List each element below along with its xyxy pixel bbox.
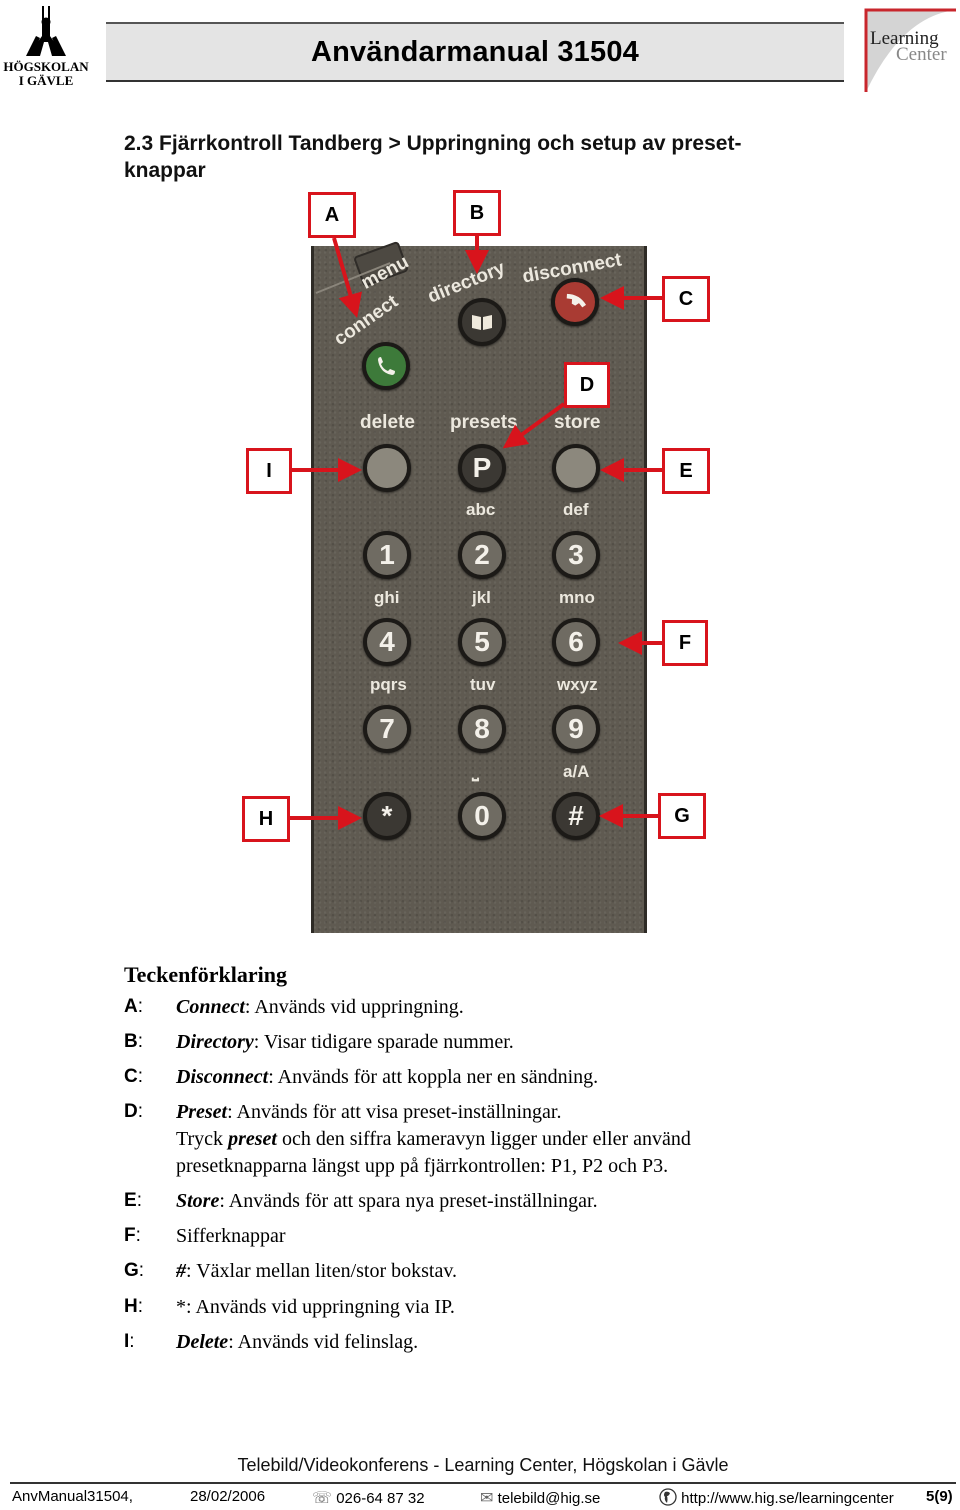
legend-term: Preset: [176, 1101, 228, 1123]
legend-key: E: [124, 1190, 137, 1211]
footer-email[interactable]: ✉ telebild@hig.se: [480, 1488, 600, 1508]
key-0: 0: [458, 792, 506, 840]
sublabel-pqrs: pqrs: [370, 675, 407, 694]
callout-i: I: [246, 448, 292, 494]
hig-emblem-icon: [26, 6, 66, 56]
sublabel-jkl: jkl: [472, 588, 491, 607]
key-7: 7: [363, 705, 411, 753]
connect-key: [362, 342, 410, 390]
legend-key: I: [124, 1331, 130, 1352]
key-hash: #: [552, 792, 600, 840]
page-number: 5(9): [926, 1488, 953, 1505]
legend-text: : Används för att spara nya preset-instä…: [219, 1190, 598, 1212]
callout-h: H: [242, 796, 290, 842]
key-5: 5: [458, 618, 506, 666]
key-star: *: [363, 792, 411, 840]
legend-text: : Används vid uppringning.: [244, 996, 464, 1018]
callout-c: C: [662, 276, 710, 322]
key-1: 1: [363, 531, 411, 579]
presets-key: P: [458, 444, 506, 492]
phone-icon: [378, 357, 395, 375]
document-title-bar: Användarmanual 31504: [106, 22, 844, 82]
section-heading-line1: 2.3 Fjärrkontroll Tandberg > Uppringning…: [124, 132, 742, 155]
legend-text: Tryck: [176, 1128, 229, 1150]
footer-title: Telebild/Videokonferens - Learning Cente…: [237, 1455, 729, 1475]
sublabel-abc: abc: [466, 500, 496, 519]
key-4: 4: [363, 618, 411, 666]
section-heading-line2: knappar: [124, 159, 206, 182]
sublabel-case: a/A: [563, 762, 590, 781]
section-heading: 2.3 Fjärrkontroll Tandberg > Uppringning…: [124, 130, 844, 184]
callout-b: B: [453, 190, 501, 236]
legend-key: D: [124, 1101, 138, 1122]
document-title: Användarmanual 31504: [311, 35, 639, 68]
legend-text: och den siffra kameravyn ligger under el…: [276, 1128, 691, 1150]
key-3: 3: [552, 531, 600, 579]
key-9: 9: [552, 705, 600, 753]
footer-phone: ☏ 026-64 87 32: [312, 1488, 425, 1508]
legend-key: H: [124, 1296, 138, 1317]
footer-email-address[interactable]: telebild@hig.se: [498, 1490, 601, 1507]
legend-text: : Visar tidigare sparade nummer.: [253, 1031, 514, 1053]
legend-text: : Används för att koppla ner en sändning…: [268, 1066, 599, 1088]
legend-term: Disconnect: [176, 1066, 269, 1088]
footer-doc-id: AnvManual31504,: [12, 1488, 133, 1505]
callout-d: D: [564, 362, 610, 408]
store-key: [552, 444, 600, 492]
legend-text: *: Används vid uppringning via IP.: [176, 1296, 455, 1318]
legend-term: preset: [228, 1128, 277, 1150]
legend-text: : Växlar mellan liten/stor bokstav.: [186, 1260, 458, 1282]
learning-center-logo: Learning Center: [862, 6, 958, 94]
hangup-icon: [566, 293, 587, 308]
legend-term: Delete: [176, 1331, 229, 1353]
legend-key: B: [124, 1031, 138, 1052]
footer-divider: [10, 1482, 956, 1484]
footer-phone-number: 026-64 87 32: [336, 1490, 425, 1507]
delete-key: [363, 444, 411, 492]
institution-name-line1: HÖGSKOLAN: [3, 59, 89, 74]
legend-text: Sifferknappar: [176, 1225, 286, 1247]
envelope-icon: ✉: [480, 1490, 494, 1507]
hogskolan-logo: HÖGSKOLAN I GÄVLE: [0, 6, 92, 90]
legend-text: : Används för att visa preset-inställnin…: [227, 1101, 562, 1123]
sublabel-ghi: ghi: [374, 588, 400, 607]
legend-term: Store: [176, 1190, 220, 1212]
legend-term: Connect: [176, 996, 245, 1018]
label-delete: delete: [360, 412, 415, 433]
disconnect-key: [551, 278, 599, 326]
legend-key: C: [124, 1066, 138, 1087]
institution-name-line2: I GÄVLE: [18, 73, 74, 88]
label-store: store: [554, 412, 601, 433]
legend-title: Teckenförklaring: [124, 962, 287, 987]
footer-date: 28/02/2006: [190, 1488, 266, 1505]
book-icon: [472, 315, 492, 330]
legend-term: Directory: [176, 1031, 254, 1053]
sublabel-space: ⎵: [472, 762, 479, 781]
footer-url[interactable]: http://www.hig.se/learningcenter: [681, 1490, 894, 1507]
callout-e: E: [662, 448, 710, 494]
legend-key: F: [124, 1225, 136, 1246]
legend-text: presetknapparna längst upp på fjärrkontr…: [176, 1155, 669, 1177]
key-8: 8: [458, 705, 506, 753]
legend-term: #: [176, 1260, 186, 1282]
legend-key: G: [124, 1260, 139, 1281]
legend-key: A: [124, 996, 138, 1017]
logo-text-center: Center: [896, 44, 947, 65]
callout-g: G: [658, 793, 706, 839]
key-2: 2: [458, 531, 506, 579]
callout-a: A: [308, 192, 356, 238]
key-6: 6: [552, 618, 600, 666]
sublabel-def: def: [563, 500, 589, 519]
directory-key: [458, 298, 506, 346]
phone-icon: ☏: [312, 1490, 333, 1507]
callout-f: F: [662, 620, 708, 666]
label-presets: presets: [450, 412, 518, 433]
legend-text: : Används vid felinslag.: [228, 1331, 419, 1353]
sublabel-mno: mno: [559, 588, 595, 607]
sublabel-wxyz: wxyz: [557, 675, 598, 694]
sublabel-tuv: tuv: [470, 675, 496, 694]
